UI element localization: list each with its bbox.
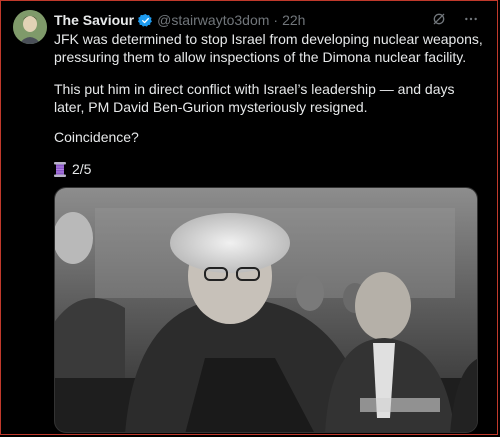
- tweet-paragraph-1: JFK was determined to stop Israel from d…: [54, 31, 483, 65]
- tweet-actions-top: [430, 10, 480, 28]
- tweet-header: The Saviour @stairwayto3dom · 22h: [54, 11, 305, 29]
- timestamp[interactable]: 22h: [282, 12, 305, 28]
- header-separator: ·: [273, 12, 279, 28]
- thread-indicator: 2/5: [54, 160, 91, 178]
- verified-badge-icon: [138, 13, 153, 28]
- tweet-paragraph-3: Coincidence?: [54, 129, 139, 145]
- author-name[interactable]: The Saviour: [54, 12, 134, 28]
- grok-icon[interactable]: [430, 10, 448, 28]
- thread-counter: 2/5: [72, 161, 92, 177]
- thread-spool-icon: [54, 161, 66, 177]
- author-handle[interactable]: @stairwayto3dom: [157, 12, 269, 28]
- tweet-paragraph-2: This put him in direct conflict with Isr…: [54, 81, 455, 115]
- tweet-photo[interactable]: [54, 187, 478, 433]
- more-options-icon[interactable]: [462, 10, 480, 28]
- avatar[interactable]: [13, 10, 47, 44]
